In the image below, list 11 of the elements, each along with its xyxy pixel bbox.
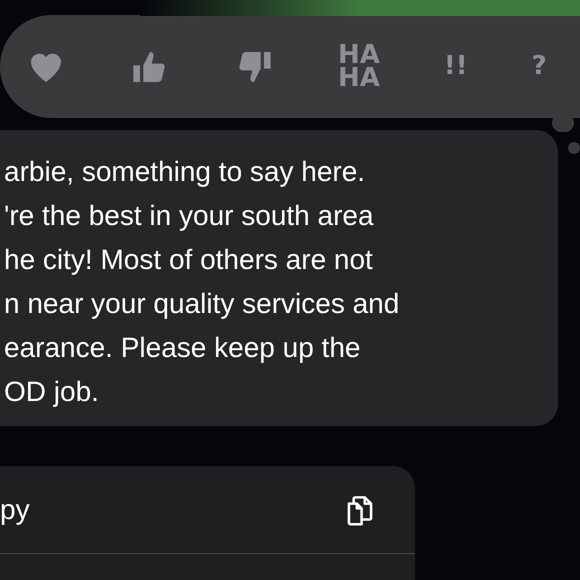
reaction-button[interactable]: !! — [444, 55, 468, 78]
message-text: n near your quality services and — [4, 287, 400, 321]
reaction-button[interactable]: HA HA — [338, 44, 380, 89]
reaction-button[interactable]: ? — [532, 55, 547, 78]
message-text: OD job. — [4, 375, 100, 409]
menu-item[interactable]: py — [0, 466, 415, 554]
menu-label: py — [0, 492, 30, 527]
message-text: earance. Please keep up the — [4, 331, 362, 365]
message-text: 're the best in your south area — [4, 199, 375, 233]
message-text: arbie, something to say here. — [4, 155, 366, 189]
message-text: he city! Most of others are not — [4, 243, 374, 277]
